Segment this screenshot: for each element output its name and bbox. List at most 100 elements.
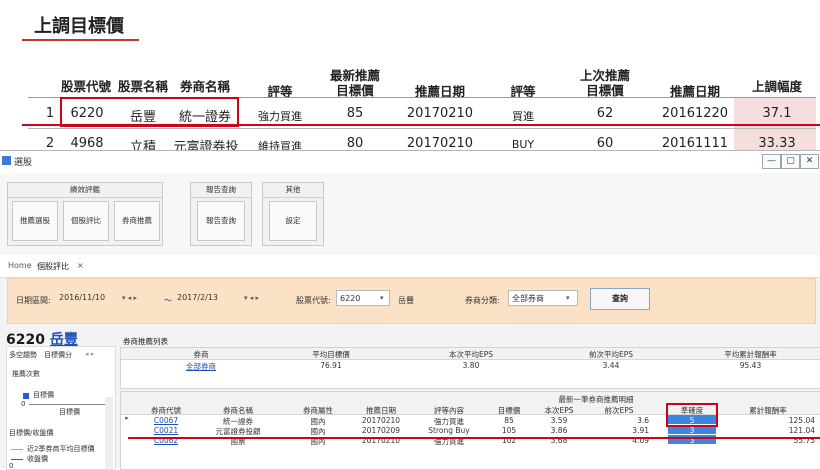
col-header-broker: 券商	[193, 350, 209, 359]
target: 105	[501, 426, 517, 435]
col-header-avg-target: 平均目標價	[312, 350, 350, 359]
page-title: 上調目標價	[34, 16, 124, 37]
date-range-label: 日期區間:	[16, 296, 51, 305]
title-underline	[22, 39, 139, 41]
ribbon-group-title: 報告查詢	[191, 183, 251, 198]
avg-target-legend-line	[11, 449, 23, 450]
col-header-name: 股票名稱	[117, 79, 168, 94]
ribbon: 績效評鑑 推薦選股 個股評比 券商推薦 報告查詢 報告查詢 其他 設定	[0, 173, 820, 256]
up-pct: 33.33	[758, 136, 796, 151]
title-bar: 選股 — ▢ ✕	[0, 151, 820, 174]
broker-code-link[interactable]: C0021	[139, 426, 193, 435]
avg-return-value: 95.43	[739, 361, 762, 370]
col-header-prev-eps: 前次EPS	[604, 406, 634, 415]
col-header-broker-name: 券商名稱	[223, 406, 253, 415]
dropdown-arrow-icon[interactable]: ▾	[380, 294, 384, 302]
app-window: 選股 — ▢ ✕ 績效評鑑 推薦選股 個股評比 券商推薦 報告查詢 報告查詢 其…	[0, 150, 820, 470]
prev-rating: 買進	[512, 110, 534, 123]
section-title: 券商推薦列表	[123, 337, 168, 346]
settings-button[interactable]: 設定	[269, 201, 317, 241]
date: 20170210	[406, 106, 474, 121]
row-selected-arrow-icon: ▸	[125, 414, 129, 422]
row-highlight-underline	[128, 437, 820, 439]
ribbon-group-other: 其他 設定	[262, 182, 324, 246]
dropdown-arrow-icon[interactable]: ▾	[566, 294, 570, 302]
col-header-broker-type: 券商屬性	[303, 406, 333, 415]
target-legend-marker	[23, 393, 29, 399]
left-panel: 多空趨勢 目標價分 ◂ ▸ 推薦次數 目標價 0 目標價 目標價/收盤價 近2季…	[6, 346, 116, 470]
panel-scrollbar[interactable]	[105, 397, 113, 469]
cum-return: 125.04	[788, 416, 815, 425]
col-header-broker-code: 券商代號	[151, 406, 181, 415]
row-index: 2	[45, 136, 55, 151]
rec-date: 20170210	[361, 416, 401, 425]
prev-eps: 3.91	[632, 426, 649, 435]
stock-code-label: 股票代號:	[296, 296, 331, 305]
eps: 3.59	[550, 416, 568, 425]
tab-stock-compare[interactable]: 個股評比	[37, 261, 69, 272]
ribbon-group-performance: 績效評鑑 推薦選股 個股評比 券商推薦	[7, 182, 163, 246]
avg-target-legend-label: 近2季券商平均目標價	[27, 445, 95, 453]
col-header-up: 上調幅度	[751, 79, 802, 94]
tab-scroll-arrows-icon[interactable]: ◂ ▸	[85, 350, 94, 358]
all-brokers-link[interactable]: 全部券商	[141, 361, 261, 372]
accuracy: 3	[689, 426, 695, 435]
highlight-box	[60, 97, 239, 127]
prev-avg-eps-value: 3.44	[602, 361, 620, 370]
minimize-button[interactable]: —	[762, 154, 781, 169]
prev-target: 60	[596, 136, 614, 151]
col-header-avg-return: 平均累計報酬率	[724, 350, 777, 359]
highlight-underline	[22, 124, 820, 126]
target: 85	[504, 416, 514, 425]
col-header-prev-avg-eps: 前次平均EPS	[588, 350, 634, 359]
report-query-button[interactable]: 報告查詢	[197, 201, 245, 241]
target-close-label: 目標價/收盤價	[9, 429, 54, 437]
stock-compare-button[interactable]: 個股評比	[63, 201, 109, 241]
axis-title: 目標價	[59, 408, 80, 416]
col-header-code: 股票代號	[60, 79, 111, 94]
col-header-broker: 券商名稱	[179, 79, 230, 94]
app-icon	[2, 156, 11, 165]
tab-close-icon[interactable]: ×	[77, 261, 84, 270]
stock-name-text: 岳豐	[398, 296, 414, 305]
col-header-target: 最新推薦 目標價	[329, 68, 380, 98]
prev-date: 20161220	[661, 106, 729, 121]
date-picker-arrows-icon[interactable]: ▾ ◂ ▸	[244, 294, 259, 302]
prev-date: 20161111	[661, 136, 729, 151]
broker-summary-table: 券商 平均目標價 本次平均EPS 前次平均EPS 平均累計報酬率 全部券商 76…	[120, 347, 820, 389]
tab-bar: Home 個股評比 ×	[0, 255, 820, 278]
divider	[28, 128, 816, 129]
up-pct: 37.1	[762, 106, 792, 121]
close-price-legend-line	[11, 459, 23, 460]
axis-zero-label: 0	[21, 400, 26, 408]
broker-code-link[interactable]: C0067	[139, 416, 193, 425]
ribbon-group-title: 績效評鑑	[8, 183, 162, 198]
close-button[interactable]: ✕	[800, 154, 819, 169]
broker-recommend-button[interactable]: 券商推薦	[114, 201, 160, 241]
recommend-count-label: 推薦次數	[12, 370, 40, 378]
recommend-pick-button[interactable]: 推薦選股	[12, 201, 58, 241]
target: 85	[346, 106, 364, 121]
filter-bar: 日期區間: 2016/11/10 ▾ ◂ ▸ ～ 2017/2/13 ▾ ◂ ▸…	[7, 278, 816, 324]
target: 80	[346, 136, 364, 151]
tab-trend[interactable]: 多空趨勢	[9, 350, 37, 360]
date-picker-arrows-icon[interactable]: ▾ ◂ ▸	[122, 294, 137, 302]
lower-axis-zero-label: 0	[9, 462, 14, 470]
prev-target: 62	[596, 106, 614, 121]
col-header-rating: 評等內容	[434, 406, 464, 415]
maximize-button[interactable]: ▢	[781, 154, 800, 169]
tab-home[interactable]: Home	[8, 261, 32, 270]
query-button[interactable]: 查詢	[590, 288, 650, 310]
col-header-eps: 本次EPS	[544, 406, 574, 415]
tab-target-price[interactable]: 目標價分	[44, 350, 72, 360]
date: 20170210	[406, 136, 474, 151]
stock-code: 4968	[70, 136, 104, 151]
avg-target-value: 76.91	[320, 361, 342, 370]
accuracy-highlight-box	[666, 403, 718, 427]
row-index: 1	[45, 106, 55, 121]
rec-date: 20170209	[361, 426, 401, 435]
eps: 3.86	[550, 426, 568, 435]
cum-return: 121.04	[788, 426, 815, 435]
close-price-legend-label: 收盤價	[27, 455, 48, 463]
col-header-cum-return: 累計報酬率	[749, 406, 787, 415]
